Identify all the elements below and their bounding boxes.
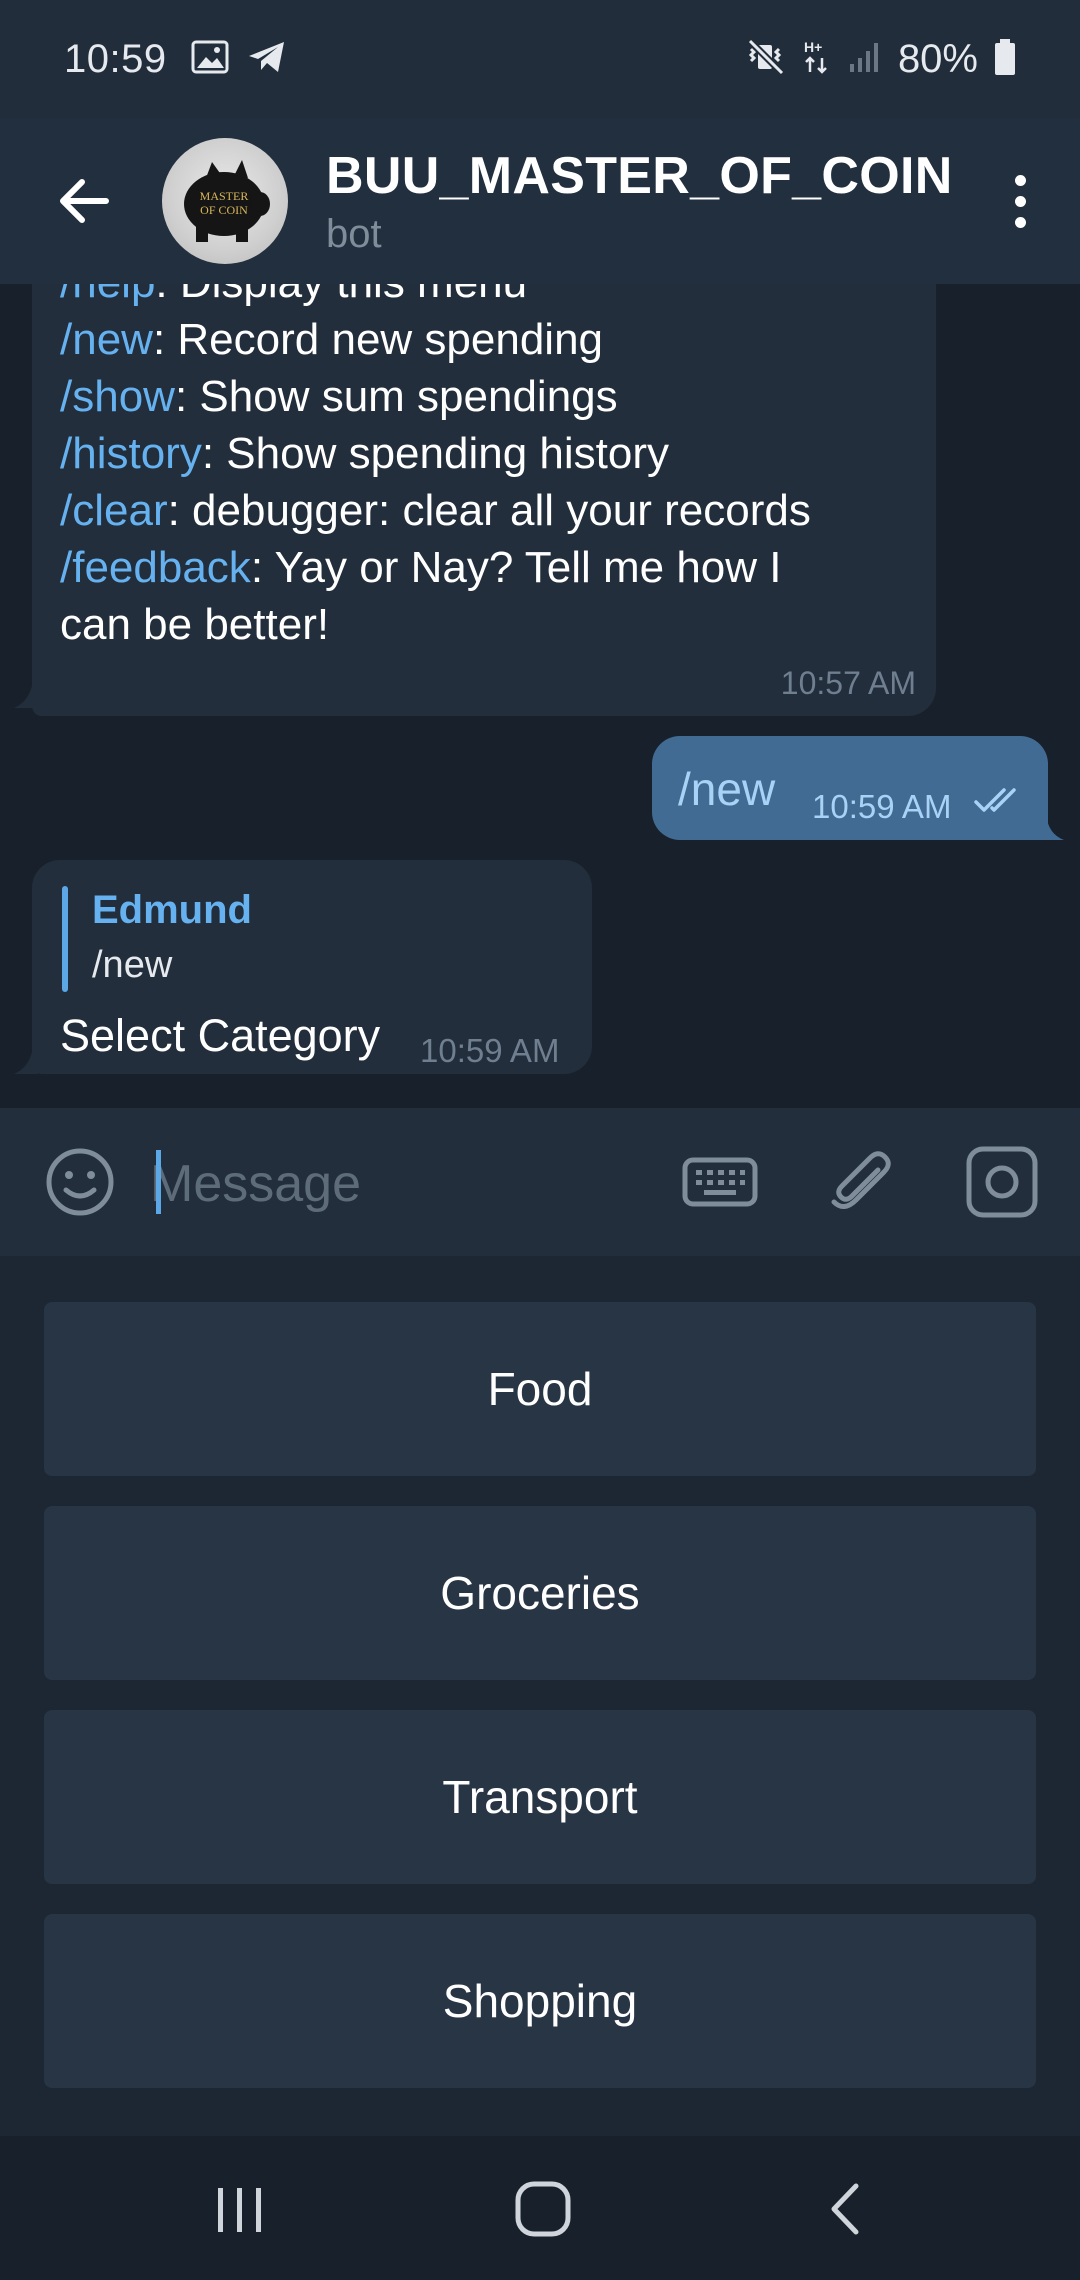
chat-area[interactable]: /help: Display this menu /new: Record ne… [0,284,1080,1108]
dot-icon [1014,174,1026,186]
quote-text[interactable]: /new [92,944,172,987]
quote-sender-name[interactable]: Edmund [92,888,252,933]
message-time: 10:59 AM [420,1032,560,1069]
home-button[interactable] [510,2176,576,2242]
avatar[interactable]: MASTER OF COIN [162,138,288,264]
message-input-bar [0,1108,1080,1256]
help-line: /new: Record new spending [60,311,811,368]
help-line: /feedback: Yay or Nay? Tell me how I [60,539,811,596]
message-time: 10:57 AM [780,665,916,701]
category-button-shopping[interactable]: Shopping [44,1914,1036,2088]
keyboard-icon [682,1157,758,1207]
svg-text:H+: H+ [804,39,822,55]
help-line: /history: Show spending history [60,425,811,482]
quote-bar [62,886,68,992]
category-button-groceries[interactable]: Groceries [44,1506,1036,1680]
battery-percentage: 80% [897,36,978,81]
paperclip-icon [831,1151,891,1209]
piggy-bank-icon: MASTER OF COIN [184,160,270,242]
status-left-icons [191,40,287,79]
help-line-text: : debugger: clear all your records [167,486,811,535]
camera-button[interactable] [962,1142,1042,1222]
attach-button[interactable] [822,1142,902,1222]
home-icon [515,2181,571,2237]
help-line-text: : Show spending history [201,429,669,478]
help-line-text: : Display this menu [155,284,527,307]
back-button[interactable] [24,141,144,261]
camera-icon [966,1146,1038,1218]
category-button-transport[interactable]: Transport [44,1710,1036,1884]
arrow-left-icon [60,179,109,223]
image-icon [191,40,229,79]
status-right: H+ 80% [746,37,1016,82]
nav-back-button[interactable] [816,2176,876,2242]
help-line-text: can be better! [60,600,330,649]
help-line: /clear: debugger: clear all your records [60,482,811,539]
chat-header: MASTER OF COIN BUU_MASTER_OF_COIN bot [0,118,1080,284]
help-line: /help: Display this menu [60,284,811,311]
chat-title: BUU_MASTER_OF_COIN [326,146,953,205]
avatar-text-line2: OF COIN [200,203,248,217]
recents-icon [218,2188,261,2232]
reply-message-text: Select Category [60,1010,381,1061]
outgoing-message-text: /new [678,763,776,815]
chat-subtitle: bot [326,211,382,256]
message-time: 10:59 AM [812,788,952,825]
category-button-food[interactable]: Food [44,1302,1036,1476]
mute-vibrate-icon [746,38,786,80]
help-line-text: : Show sum spendings [174,372,618,421]
bubble-tail [1040,814,1064,840]
command-link[interactable]: /new [60,315,153,364]
more-menu-button[interactable] [990,161,1050,241]
dot-icon [1014,195,1026,207]
command-link[interactable]: /show [60,372,175,421]
battery-icon [994,38,1016,81]
chevron-left-icon [831,2183,859,2235]
command-link[interactable]: /feedback [60,543,251,592]
telegram-icon [247,40,287,79]
help-line-text: : Yay or Nay? Tell me how I [250,543,782,592]
recents-button[interactable] [210,2180,270,2240]
keyboard-toggle-button[interactable] [680,1142,760,1222]
signal-icon [848,40,882,79]
dot-icon [1014,216,1026,228]
avatar-text-line1: MASTER [200,189,249,203]
command-link[interactable]: /help [60,284,155,307]
header-text[interactable]: BUU_MASTER_OF_COIN bot [326,146,953,257]
double-check-icon [974,788,1016,812]
system-navigation-bar [0,2136,1080,2280]
bot-reply-keyboard: Food Groceries Transport Shopping [0,1256,1080,2136]
command-link[interactable]: /clear [60,486,168,535]
help-message-bubble[interactable]: /help: Display this menu /new: Record ne… [32,284,936,716]
network-hplus-icon: H+ [802,38,832,81]
help-message-lines: /help: Display this menu /new: Record ne… [60,284,811,653]
smiley-icon [46,1148,114,1216]
help-line: can be better! [60,596,811,653]
outgoing-message-bubble[interactable]: /new 10:59 AM [652,736,1048,840]
reply-message-bubble[interactable]: Edmund /new Select Category 10:59 AM [32,860,592,1074]
message-input[interactable] [150,1144,650,1224]
command-link[interactable]: /history [60,429,202,478]
help-line-text: : Record new spending [152,315,604,364]
status-bar: 10:59 H+ 80% [0,0,1080,118]
help-line: /show: Show sum spendings [60,368,811,425]
status-time: 10:59 [64,36,167,81]
text-cursor [156,1150,161,1214]
emoji-button[interactable] [40,1142,120,1222]
